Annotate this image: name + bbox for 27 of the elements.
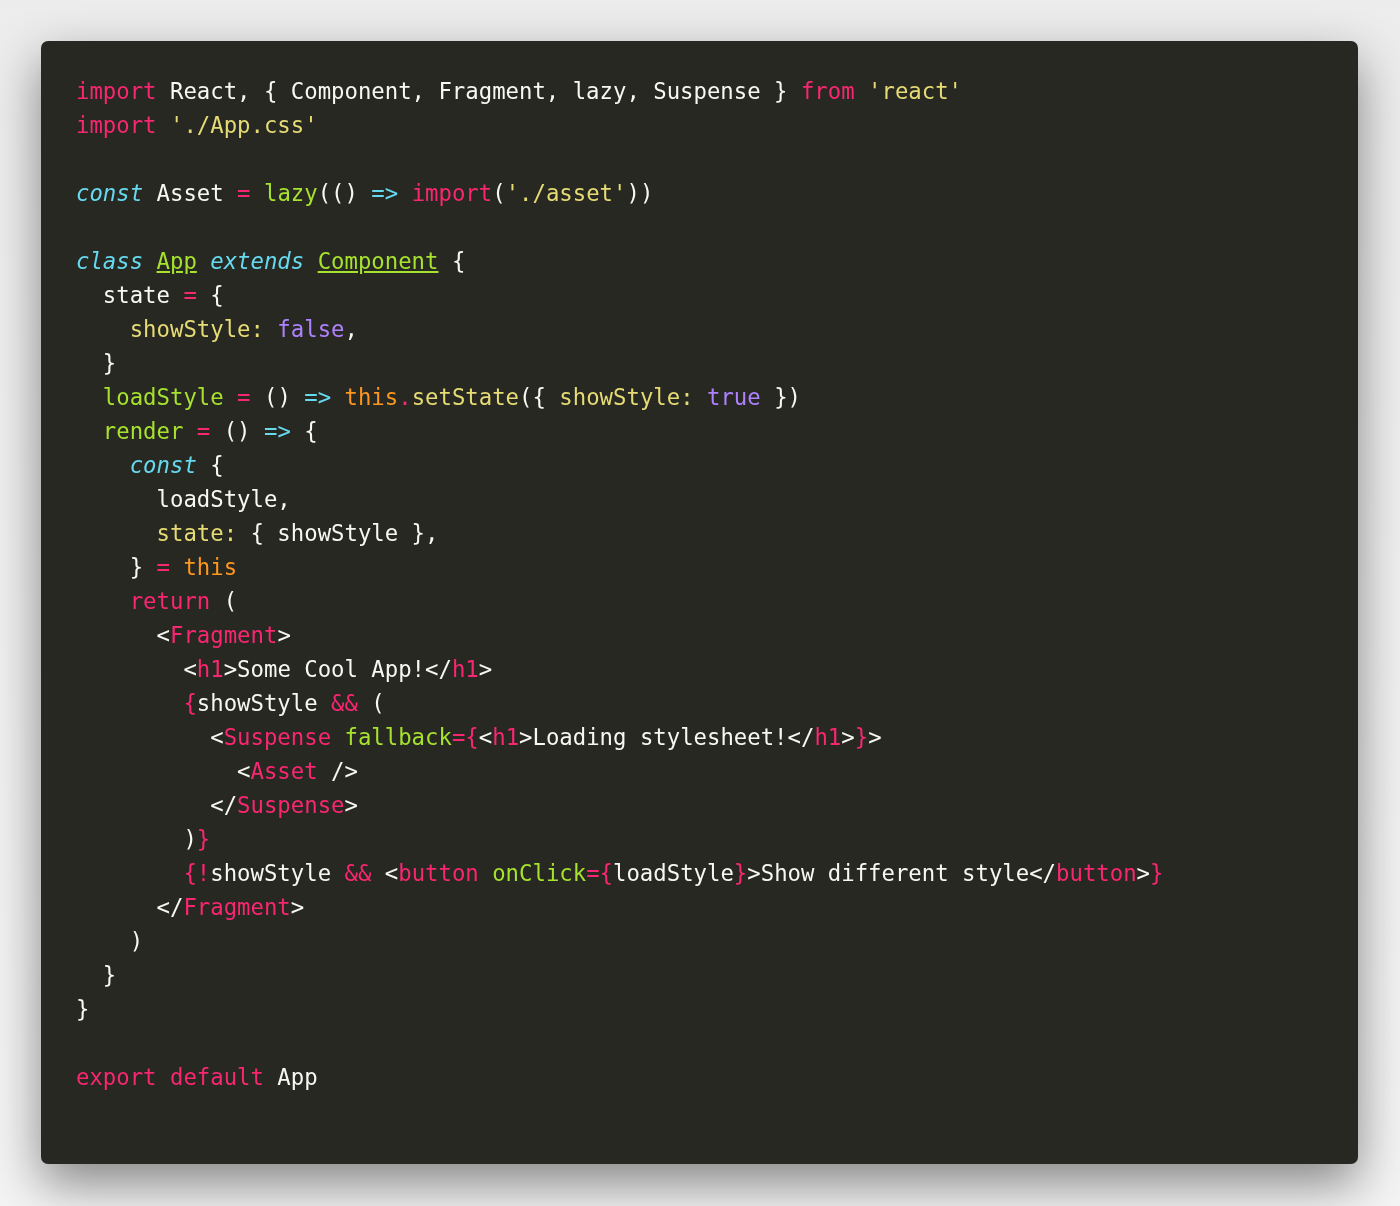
code-line: {!showStyle && <button onClick={loadStyle}>Show different style</button>}	[182, 860, 1164, 886]
code-line: return (	[128, 588, 238, 614]
code-line: }	[101, 350, 117, 376]
code-line: export default App	[76, 1064, 318, 1090]
code-line: import React, { Component, Fragment, lazy, Suspense } from 'react'	[76, 78, 962, 104]
code-line: )}	[182, 826, 211, 852]
code-line: }	[76, 996, 90, 1022]
code-line: render = () => {	[101, 418, 318, 444]
code-line: import './App.css'	[76, 112, 318, 138]
code-line: </Suspense>	[209, 792, 358, 818]
code-line: </Fragment>	[155, 894, 305, 920]
code-line: class App extends Component {	[76, 248, 466, 274]
code-line: const {	[128, 452, 224, 478]
code-line: }	[101, 962, 117, 988]
code-line: <h1>Some Cool App!</h1>	[182, 656, 493, 682]
code-line: state = {	[101, 282, 224, 308]
code-line: <Suspense fallback={<h1>Loading stylesheet!</h1>}>	[209, 724, 882, 750]
code-line: {showStyle && (	[182, 690, 385, 716]
code-line: <Asset />	[236, 758, 358, 784]
code-line: loadStyle = () => this.setState({ showStyle: true })	[101, 384, 801, 410]
code-line: } = this	[128, 554, 238, 580]
code-line: showStyle: false,	[128, 316, 358, 342]
code-line: )	[128, 928, 144, 954]
code-line: const Asset = lazy(() => import('./asset'))	[76, 180, 654, 206]
code-line: state: { showStyle },	[155, 520, 439, 546]
code-line: loadStyle,	[155, 486, 291, 512]
code-line: <Fragment>	[155, 622, 291, 648]
